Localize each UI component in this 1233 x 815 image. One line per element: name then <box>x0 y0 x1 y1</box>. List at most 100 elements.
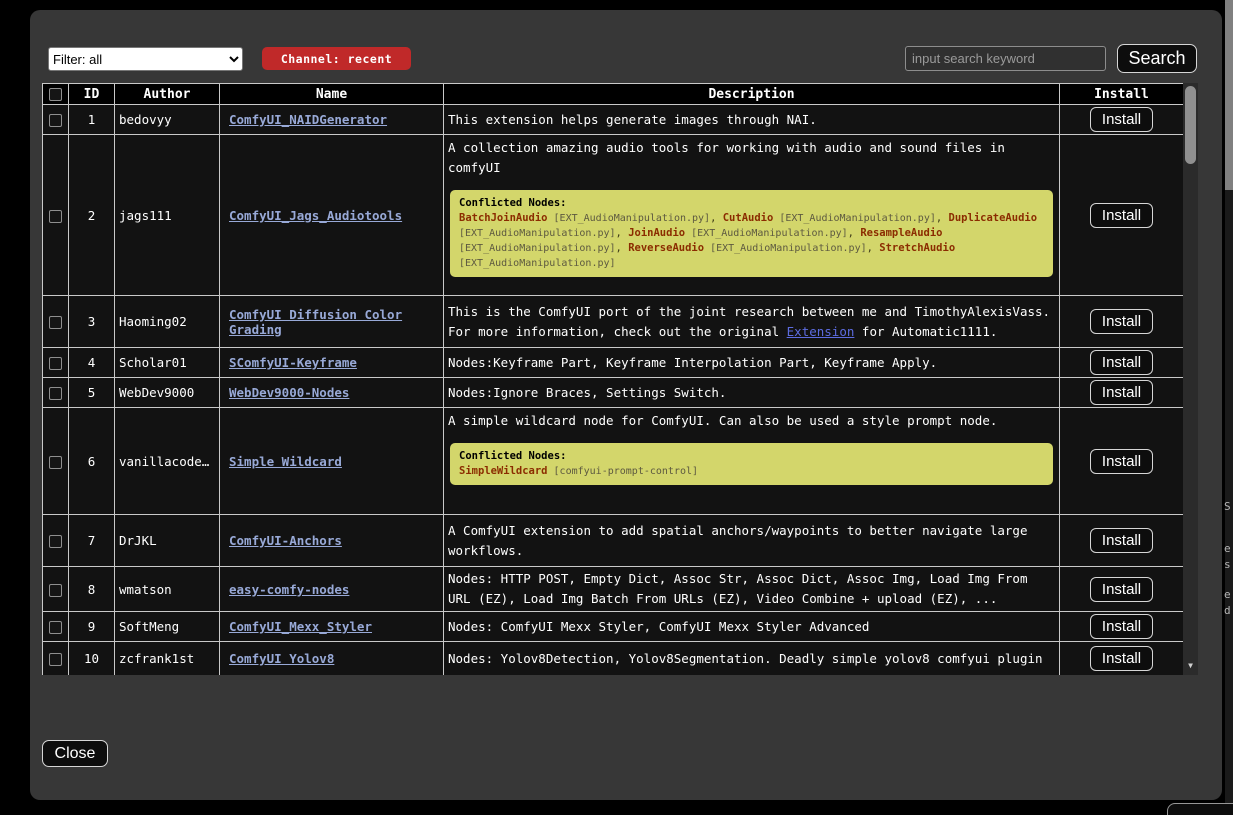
row-select-cell <box>43 378 69 408</box>
install-button[interactable]: Install <box>1090 309 1153 334</box>
row-checkbox[interactable] <box>49 621 62 634</box>
row-checkbox[interactable] <box>49 316 62 329</box>
row-author-cell: zcfrank1st <box>115 642 220 676</box>
row-checkbox[interactable] <box>49 357 62 370</box>
column-header-description: Description <box>444 84 1060 105</box>
row-select-cell <box>43 105 69 135</box>
conflict-node-ext: [EXT_AudioManipulation.py] <box>459 258 616 269</box>
install-button[interactable]: Install <box>1090 380 1153 405</box>
conflict-node-name: CutAudio <box>723 212 774 224</box>
description-text: Nodes: Yolov8Detection, Yolov8Segmentati… <box>448 649 1055 669</box>
row-description-cell: Nodes:Keyframe Part, Keyframe Interpolat… <box>444 348 1060 378</box>
install-button[interactable]: Install <box>1090 577 1153 602</box>
description-text: This is the ComfyUI port of the joint re… <box>448 302 1055 342</box>
row-description-cell: Nodes: HTTP POST, Empty Dict, Assoc Str,… <box>444 567 1060 612</box>
row-install-cell: Install <box>1060 515 1184 567</box>
row-checkbox[interactable] <box>49 584 62 597</box>
table-row: 4Scholar01SComfyUI-KeyframeNodes:Keyfram… <box>43 348 1184 378</box>
row-name-cell: WebDev9000-Nodes <box>220 378 444 408</box>
row-author-cell: SoftMeng <box>115 612 220 642</box>
conflict-node-name: ResampleAudio <box>860 227 942 239</box>
row-checkbox[interactable] <box>49 210 62 223</box>
edge-fragment: S <box>1224 500 1231 513</box>
table-row: 3 Haoming02 ComfyUI Diffusion Color Gradin… <box>43 296 1184 348</box>
description-text: Nodes: ComfyUI Mexx Styler, ComfyUI Mexx… <box>448 617 1055 637</box>
node-name-link[interactable]: easy-comfy-nodes <box>229 582 349 597</box>
conflict-node-ext: [EXT_AudioManipulation.py] <box>685 228 848 239</box>
row-description-cell: This extension helps generate images thr… <box>444 105 1060 135</box>
install-button[interactable]: Install <box>1090 614 1153 639</box>
row-install-cell: Install <box>1060 296 1184 348</box>
row-checkbox[interactable] <box>49 456 62 469</box>
column-header-name: Name <box>220 84 444 105</box>
channel-badge[interactable]: Channel: recent <box>262 47 411 70</box>
row-select-cell <box>43 408 69 515</box>
conflict-node-name: DuplicateAudio <box>949 212 1038 224</box>
row-name-cell: SComfyUI-Keyframe <box>220 348 444 378</box>
node-name-link[interactable]: ComfyUI Diffusion Color Grading <box>229 307 402 337</box>
filter-select[interactable]: Filter: all <box>48 47 243 71</box>
description-link[interactable]: Extension <box>787 324 855 339</box>
row-author-cell: Scholar01 <box>115 348 220 378</box>
row-select-cell <box>43 612 69 642</box>
row-id-cell: 3 <box>69 296 115 348</box>
page-scrollbar[interactable] <box>1225 0 1233 815</box>
conflicted-nodes-title: Conflicted Nodes: <box>459 197 566 209</box>
node-name-link[interactable]: Simple Wildcard <box>229 454 342 469</box>
install-button[interactable]: Install <box>1090 528 1153 553</box>
table-scrollbar-thumb[interactable] <box>1185 86 1196 164</box>
row-name-cell: ComfyUI Yolov8 <box>220 642 444 676</box>
row-checkbox[interactable] <box>49 653 62 666</box>
scroll-down-arrow-icon[interactable]: ▼ <box>1183 660 1198 672</box>
row-author-cell: bedovyy <box>115 105 220 135</box>
row-checkbox[interactable] <box>49 387 62 400</box>
search-button[interactable]: Search <box>1117 44 1197 73</box>
edge-fragment: e <box>1224 542 1231 555</box>
row-name-cell: ComfyUI Diffusion Color Grading <box>220 296 444 348</box>
close-button[interactable]: Close <box>42 740 108 767</box>
row-select-cell <box>43 515 69 567</box>
description-text: Nodes: HTTP POST, Empty Dict, Assoc Str,… <box>448 569 1055 609</box>
node-name-link[interactable]: ComfyUI Yolov8 <box>229 651 334 666</box>
table-row: 5WebDev9000WebDev9000-NodesNodes:Ignore … <box>43 378 1184 408</box>
search-input[interactable] <box>905 46 1106 71</box>
row-select-cell <box>43 642 69 676</box>
row-name-cell: ComfyUI-Anchors <box>220 515 444 567</box>
partial-corner-button[interactable] <box>1167 803 1233 815</box>
node-name-link[interactable]: ComfyUI-Anchors <box>229 533 342 548</box>
row-description-cell: Nodes:Ignore Braces, Settings Switch. <box>444 378 1060 408</box>
column-header-install: Install <box>1060 84 1184 105</box>
node-name-link[interactable]: SComfyUI-Keyframe <box>229 355 357 370</box>
install-button[interactable]: Install <box>1090 107 1153 132</box>
install-button[interactable]: Install <box>1090 449 1153 474</box>
row-checkbox[interactable] <box>49 114 62 127</box>
install-button[interactable]: Install <box>1090 350 1153 375</box>
author-name: zcfrank1st <box>119 651 215 666</box>
row-id-cell: 10 <box>69 642 115 676</box>
install-button[interactable]: Install <box>1090 646 1153 671</box>
row-select-cell <box>43 135 69 296</box>
custom-nodes-dialog: Filter: all Channel: recent Search ID Au… <box>30 10 1222 800</box>
row-name-cell: easy-comfy-nodes <box>220 567 444 612</box>
row-install-cell: Install <box>1060 612 1184 642</box>
author-name: vanillacode314 <box>119 454 215 469</box>
page-scrollbar-thumb[interactable] <box>1225 0 1233 190</box>
node-name-link[interactable]: ComfyUI_Mexx_Styler <box>229 619 372 634</box>
conflict-node-ext: [EXT_AudioManipulation.py] <box>704 243 867 254</box>
node-name-link[interactable]: ComfyUI_Jags_Audiotools <box>229 208 402 223</box>
row-checkbox[interactable] <box>49 535 62 548</box>
description-text: Nodes:Keyframe Part, Keyframe Interpolat… <box>448 353 1055 373</box>
node-name-link[interactable]: WebDev9000-Nodes <box>229 385 349 400</box>
select-all-checkbox[interactable] <box>49 88 62 101</box>
table-scrollbar[interactable]: ▼ <box>1183 83 1198 675</box>
conflict-node-name: SimpleWildcard <box>459 465 548 477</box>
author-name: Haoming02 <box>119 314 215 329</box>
row-description-cell: This is the ComfyUI port of the joint re… <box>444 296 1060 348</box>
select-all-header-cell <box>43 84 69 105</box>
row-author-cell: Haoming02 <box>115 296 220 348</box>
conflict-node-ext: [EXT_AudioManipulation.py] <box>459 228 616 239</box>
install-button[interactable]: Install <box>1090 203 1153 228</box>
nodes-table-container: ID Author Name Description Install 1bedo… <box>42 83 1198 675</box>
conflict-node-name: BatchJoinAudio <box>459 212 548 224</box>
node-name-link[interactable]: ComfyUI_NAIDGenerator <box>229 112 387 127</box>
